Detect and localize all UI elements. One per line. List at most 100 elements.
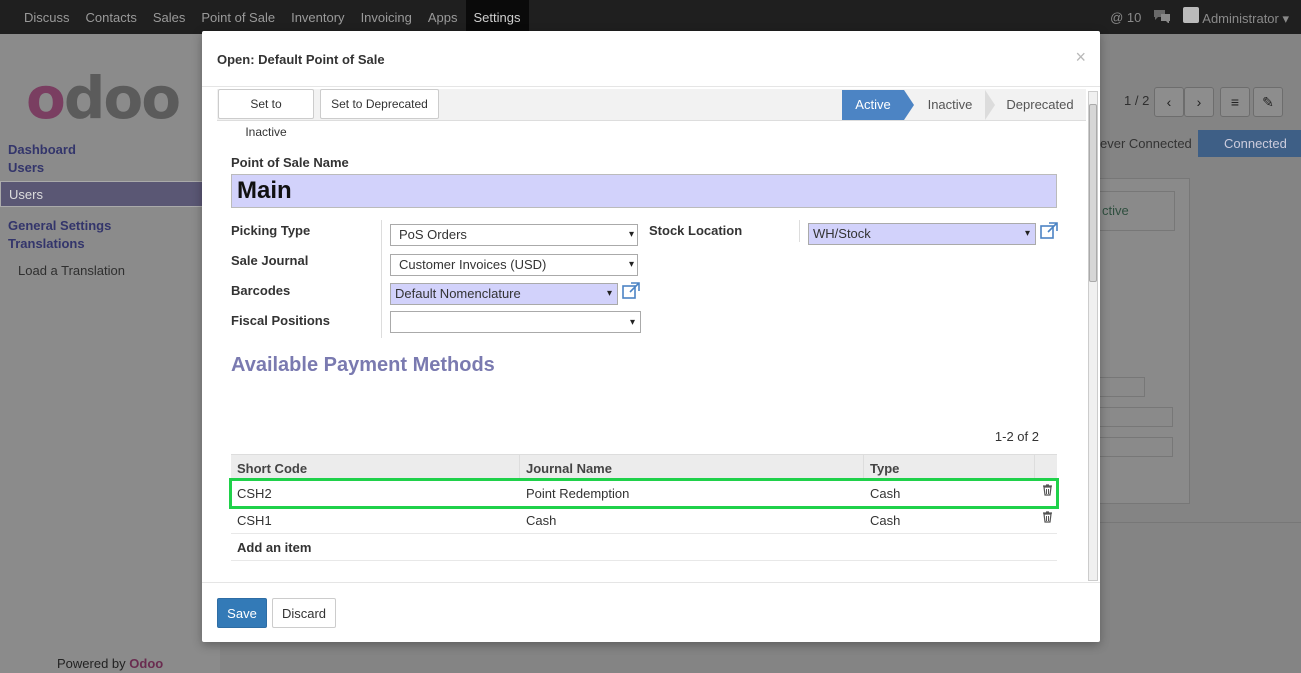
stage-active[interactable]: Active — [842, 90, 904, 120]
sidebar-section-general-settings[interactable]: General Settings — [8, 218, 111, 233]
add-an-item-link[interactable]: Add an item — [237, 540, 311, 555]
bg-stage-connected: Connected — [1198, 130, 1301, 157]
table-row[interactable]: CSH2 Point Redemption Cash — [229, 478, 1059, 509]
menu-discuss[interactable]: Discuss — [16, 0, 78, 34]
external-link-icon[interactable] — [622, 282, 640, 300]
column-divider — [863, 455, 864, 479]
pager-next-button[interactable]: › — [1184, 87, 1214, 117]
powered-by: Powered by Odoo — [57, 656, 164, 671]
picking-type-value: PoS Orders — [399, 227, 467, 242]
bg-active-button: ctive — [1099, 191, 1175, 231]
dialog-title: Open: Default Point of Sale — [217, 52, 385, 67]
external-link-icon[interactable] — [1040, 222, 1058, 240]
notification-count: 10 — [1126, 9, 1142, 25]
table-row[interactable]: CSH1 Cash Cash — [231, 507, 1057, 534]
avatar — [1183, 7, 1200, 23]
odoo-logo: odoo — [26, 64, 181, 132]
bg-form-sheet: ctive — [1098, 178, 1190, 504]
fiscal-positions-select[interactable]: ▾ — [390, 311, 641, 333]
top-navbar: Discuss Contacts Sales Point of Sale Inv… — [0, 0, 1301, 34]
barcodes-select[interactable]: Default Nomenclature ▾ — [390, 283, 618, 305]
add-item-row: Add an item — [231, 534, 1057, 561]
fiscal-positions-label: Fiscal Positions — [231, 313, 330, 328]
pager-prev-button[interactable]: ‹ — [1154, 87, 1184, 117]
systray: @ 10 Administrator ▾ — [1110, 0, 1301, 34]
chevron-down-icon: ▾ — [628, 229, 634, 240]
cell-type: Cash — [870, 513, 901, 528]
dialog-body: Point of Sale Name Main Picking Type Sal… — [217, 122, 1086, 580]
chat-icon[interactable] — [1153, 9, 1171, 26]
sidebar-item-load-translation[interactable]: Load a Translation — [0, 263, 220, 278]
record-pager: 1 / 2 — [1124, 93, 1150, 108]
scrollbar-thumb[interactable] — [1089, 104, 1097, 282]
sale-journal-select[interactable]: Customer Invoices (USD) ▾ — [390, 254, 638, 276]
bg-stage-never-connected: ever Connected — [1100, 136, 1192, 151]
close-icon[interactable]: × — [1075, 47, 1086, 68]
sidebar-section-dashboard[interactable]: Dashboard — [8, 142, 76, 157]
barcodes-label: Barcodes — [231, 283, 291, 298]
stock-location-label: Stock Location — [649, 223, 743, 238]
cell-journal-name: Cash — [526, 513, 557, 528]
user-menu[interactable]: Administrator ▾ — [1183, 7, 1289, 27]
status-bar: Set to Inactive Set to Deprecated Active… — [217, 89, 1086, 139]
field-divider — [381, 220, 382, 338]
payment-methods-title: Available Payment Methods — [231, 354, 495, 376]
stage-inactive[interactable]: Inactive — [915, 90, 985, 120]
chevron-down-icon: ▾ — [629, 317, 635, 328]
pos-config-dialog: Open: Default Point of Sale × Set to Ina… — [202, 31, 1100, 642]
sale-journal-value: Customer Invoices (USD) — [399, 257, 547, 272]
menu-contacts[interactable]: Contacts — [78, 0, 145, 34]
barcodes-value: Default Nomenclature — [395, 286, 521, 301]
pos-name-input[interactable]: Main — [231, 174, 1057, 208]
cell-type: Cash — [870, 486, 901, 501]
save-button[interactable]: Save — [217, 598, 267, 628]
sidebar-section-users[interactable]: Users — [8, 160, 44, 175]
sidebar-item-users[interactable]: Users — [0, 181, 220, 207]
menu-settings[interactable]: Settings — [465, 0, 529, 34]
sidebar-section-translations[interactable]: Translations — [8, 236, 85, 251]
stage-arrow — [985, 90, 995, 120]
stage-arrow — [904, 90, 914, 120]
payment-methods-table: Short Code Journal Name Type CSH2 Point … — [229, 454, 1059, 561]
stock-location-select[interactable]: WH/Stock ▾ — [808, 223, 1036, 245]
set-to-inactive-button[interactable]: Set to Inactive — [218, 89, 314, 139]
chevron-down-icon: ▾ — [628, 259, 634, 270]
column-short-code[interactable]: Short Code — [237, 461, 307, 476]
discard-button[interactable]: Discard — [272, 598, 336, 628]
column-divider — [519, 455, 520, 479]
stage-deprecated[interactable]: Deprecated — [997, 90, 1083, 120]
field-divider — [799, 220, 800, 242]
menu-point-of-sale[interactable]: Point of Sale — [193, 0, 283, 34]
column-divider — [1034, 455, 1035, 479]
column-type[interactable]: Type — [870, 461, 899, 476]
bg-select — [1099, 377, 1145, 397]
dialog-scrollbar[interactable] — [1088, 91, 1098, 581]
at-icon: @ — [1110, 9, 1124, 25]
list-view-button[interactable]: ≡ — [1220, 87, 1250, 117]
trash-icon[interactable] — [1042, 484, 1053, 499]
set-to-deprecated-button[interactable]: Set to Deprecated — [320, 89, 439, 119]
bg-input-2 — [1099, 437, 1173, 457]
trash-icon[interactable] — [1042, 511, 1053, 526]
pos-name-label: Point of Sale Name — [231, 155, 349, 170]
chevron-down-icon: ▾ — [606, 288, 612, 299]
cell-short-code: CSH2 — [237, 486, 272, 501]
sale-journal-label: Sale Journal — [231, 253, 309, 268]
cell-journal-name: Point Redemption — [526, 486, 630, 501]
menu-invoicing[interactable]: Invoicing — [353, 0, 420, 34]
menu-apps[interactable]: Apps — [420, 0, 466, 34]
menu-sales[interactable]: Sales — [145, 0, 194, 34]
cell-short-code: CSH1 — [237, 513, 272, 528]
user-name: Administrator ▾ — [1202, 11, 1289, 26]
column-journal-name[interactable]: Journal Name — [526, 461, 612, 476]
notifications-button[interactable]: @ 10 — [1110, 10, 1141, 25]
app-menu: Discuss Contacts Sales Point of Sale Inv… — [0, 0, 529, 34]
stock-location-value: WH/Stock — [813, 226, 871, 241]
table-header: Short Code Journal Name Type — [231, 454, 1057, 480]
bg-input-1 — [1099, 407, 1173, 427]
dialog-footer: Save Discard — [202, 582, 1100, 642]
picking-type-select[interactable]: PoS Orders ▾ — [390, 224, 638, 246]
menu-inventory[interactable]: Inventory — [283, 0, 352, 34]
picking-type-label: Picking Type — [231, 223, 311, 238]
form-view-button[interactable]: ✎ — [1253, 87, 1283, 117]
